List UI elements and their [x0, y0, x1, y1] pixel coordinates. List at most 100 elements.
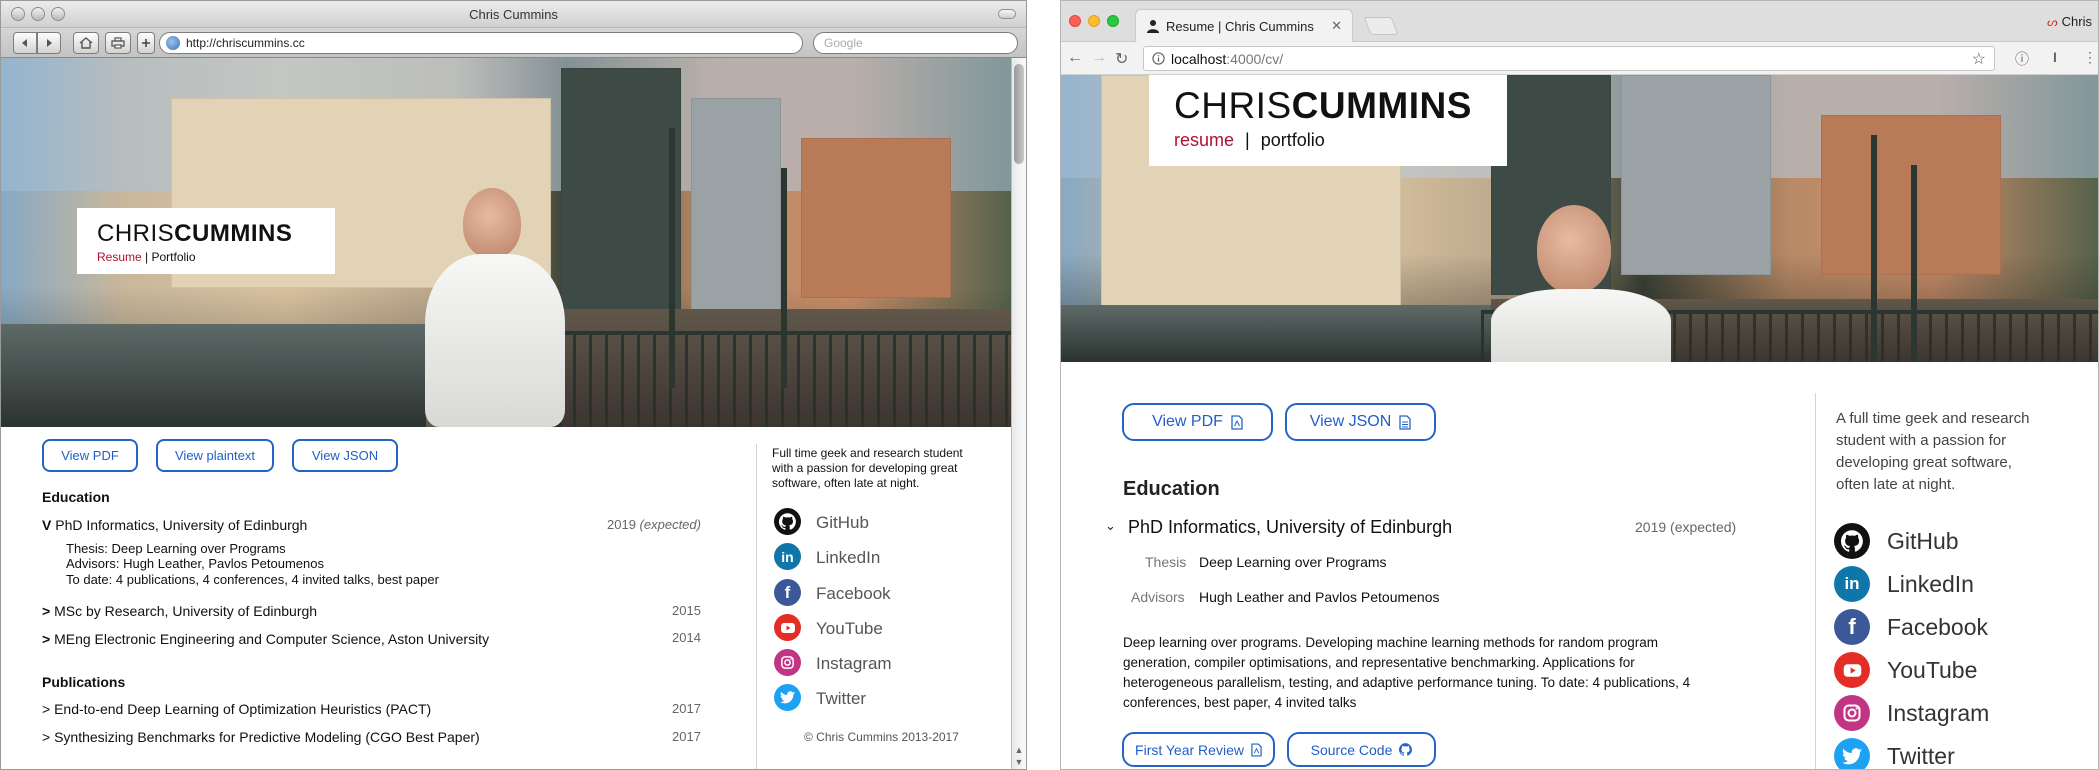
forward-arrow-icon[interactable]: →: [1091, 49, 1107, 67]
back-button[interactable]: [13, 32, 37, 54]
first-year-review-button[interactable]: First Year Review: [1122, 732, 1275, 767]
brand-box: CHRISCUMMINS resume | portfolio: [1149, 75, 1507, 166]
phd-description: Deep learning over programs. Developing …: [1123, 635, 1691, 710]
menu-kebab-icon[interactable]: ⋮: [2083, 49, 2097, 66]
education-year: 2014: [672, 630, 701, 645]
scroll-up-arrow-icon[interactable]: ▲: [1014, 745, 1024, 755]
extension-icon[interactable]: I: [2053, 49, 2057, 65]
address-bar[interactable]: http://chriscummins.cc: [159, 32, 803, 54]
view-pdf-label: View PDF: [1152, 413, 1223, 430]
view-pdf-button[interactable]: View PDF: [1122, 403, 1273, 441]
tab-title: Resume | Chris Cummins: [1166, 18, 1314, 34]
bookmark-star-icon[interactable]: ☆: [1972, 49, 1986, 69]
reload-icon[interactable]: ↻: [1115, 49, 1128, 69]
forward-button[interactable]: [37, 32, 61, 54]
instagram-icon[interactable]: [1834, 695, 1870, 731]
youtube-icon[interactable]: [774, 614, 801, 641]
publication-item[interactable]: > Synthesizing Benchmarks for Predictive…: [42, 729, 480, 745]
zoom-window-button[interactable]: [1107, 15, 1119, 27]
thesis-label: Thesis: [1145, 554, 1187, 570]
chrome-toolbar: ← → ↻ localhost:4000/cv/ ☆ ⓘ I ⋮: [1061, 42, 2098, 75]
advisors-value: Hugh Leather and Pavlos Petoumenos: [1199, 589, 1440, 605]
github-icon[interactable]: [774, 508, 801, 535]
omnibox[interactable]: localhost:4000/cv/ ☆: [1143, 46, 1995, 71]
url-host: localhost: [1171, 50, 1227, 67]
hero-lamp-post: [1911, 165, 1917, 362]
twitter-icon[interactable]: [774, 684, 801, 711]
education-year: 2019 (expected): [1635, 519, 1737, 535]
instagram-icon[interactable]: [774, 649, 801, 676]
facebook-icon[interactable]: f: [1834, 609, 1870, 645]
sidebar-divider: [756, 444, 757, 769]
education-item-meng[interactable]: > MEng Electronic Engineering and Comput…: [42, 631, 489, 647]
github-link[interactable]: GitHub: [816, 513, 869, 533]
site-logo[interactable]: CHRISCUMMINS: [97, 220, 292, 248]
view-json-label: View JSON: [1309, 413, 1392, 430]
brand-nav: Resume | Portfolio: [97, 250, 196, 264]
brand-nav: resume | portfolio: [1174, 130, 1325, 151]
twitter-icon[interactable]: [1834, 738, 1870, 769]
instagram-link[interactable]: Instagram: [1887, 700, 1989, 727]
safari-page: CHRISCUMMINS Resume | Portfolio View PDF…: [1, 58, 1012, 769]
facebook-link[interactable]: Facebook: [816, 584, 891, 604]
hero-person-head: [1537, 205, 1611, 293]
facebook-link[interactable]: Facebook: [1887, 614, 1988, 641]
bio-text: Full time geek and research student with …: [772, 446, 963, 490]
add-bookmark-button[interactable]: [137, 32, 155, 54]
publication-item[interactable]: > End-to-end Deep Learning of Optimizati…: [42, 701, 431, 717]
forward-arrow-icon: [47, 39, 52, 47]
scroll-down-arrow-icon[interactable]: ▼: [1014, 757, 1024, 767]
globe-icon: [166, 36, 180, 50]
back-arrow-icon: [22, 39, 27, 47]
education-item-phd[interactable]: PhD Informatics, University of Edinburgh: [1128, 517, 1452, 538]
view-plaintext-button[interactable]: View plaintext: [156, 439, 274, 472]
instagram-link[interactable]: Instagram: [816, 654, 892, 674]
twitter-link[interactable]: Twitter: [816, 689, 866, 709]
close-tab-icon[interactable]: ✕: [1331, 18, 1342, 34]
nav-resume-link[interactable]: Resume: [97, 250, 142, 264]
nav-portfolio-link[interactable]: Portfolio: [152, 250, 196, 264]
view-json-button[interactable]: View JSON: [1285, 403, 1436, 441]
linkedin-icon[interactable]: in: [1834, 566, 1870, 602]
linkedin-link[interactable]: LinkedIn: [1887, 571, 1974, 598]
education-item-msc[interactable]: > MSc by Research, University of Edinbur…: [42, 603, 317, 619]
extension-info-icon[interactable]: ⓘ: [2015, 49, 2029, 69]
youtube-link[interactable]: YouTube: [816, 619, 883, 639]
tab-resume[interactable]: Resume | Chris Cummins ✕: [1135, 9, 1353, 42]
scrollbar-thumb[interactable]: [1014, 64, 1024, 164]
view-json-button[interactable]: View JSON: [292, 439, 398, 472]
site-logo[interactable]: CHRISCUMMINS: [1174, 85, 1472, 127]
source-code-label: Source Code: [1310, 741, 1393, 758]
github-icon[interactable]: [1834, 523, 1870, 559]
youtube-link[interactable]: YouTube: [1887, 657, 1977, 684]
back-arrow-icon[interactable]: ←: [1067, 49, 1083, 67]
linkedin-icon[interactable]: in: [774, 543, 801, 570]
nav-portfolio-link[interactable]: portfolio: [1261, 130, 1325, 150]
profile-button[interactable]: ᔕ Chris: [2047, 14, 2092, 29]
linkedin-link[interactable]: LinkedIn: [816, 548, 880, 568]
print-button[interactable]: [105, 32, 131, 54]
bio-text: A full time geek and research student wit…: [1836, 410, 2030, 493]
hero-lamp-post: [781, 168, 787, 388]
github-link[interactable]: GitHub: [1887, 528, 1959, 555]
education-item-phd[interactable]: V PhD Informatics, University of Edinbur…: [42, 517, 307, 533]
nav-separator: |: [145, 250, 149, 264]
minimize-window-button[interactable]: [1088, 15, 1100, 27]
search-field[interactable]: Google: [813, 32, 1018, 54]
toolbar-toggle-button[interactable]: [998, 9, 1016, 19]
chevron-down-icon[interactable]: ⌄: [1105, 518, 1116, 534]
twitter-link[interactable]: Twitter: [1887, 743, 1955, 769]
nav-resume-link[interactable]: resume: [1174, 130, 1234, 150]
hero-brick-building: [801, 138, 951, 298]
close-window-button[interactable]: [1069, 15, 1081, 27]
copyright: © Chris Cummins 2013-2017: [804, 730, 959, 744]
view-pdf-button[interactable]: View PDF: [42, 439, 138, 472]
education-title: MSc by Research, University of Edinburgh: [54, 603, 318, 619]
new-tab-button[interactable]: [1363, 17, 1399, 35]
facebook-icon[interactable]: f: [774, 579, 801, 606]
vertical-scrollbar[interactable]: ▲ ▼: [1011, 58, 1026, 769]
github-icon: [1399, 743, 1413, 756]
youtube-icon[interactable]: [1834, 652, 1870, 688]
home-button[interactable]: [73, 32, 99, 54]
source-code-button[interactable]: Source Code: [1287, 732, 1436, 767]
